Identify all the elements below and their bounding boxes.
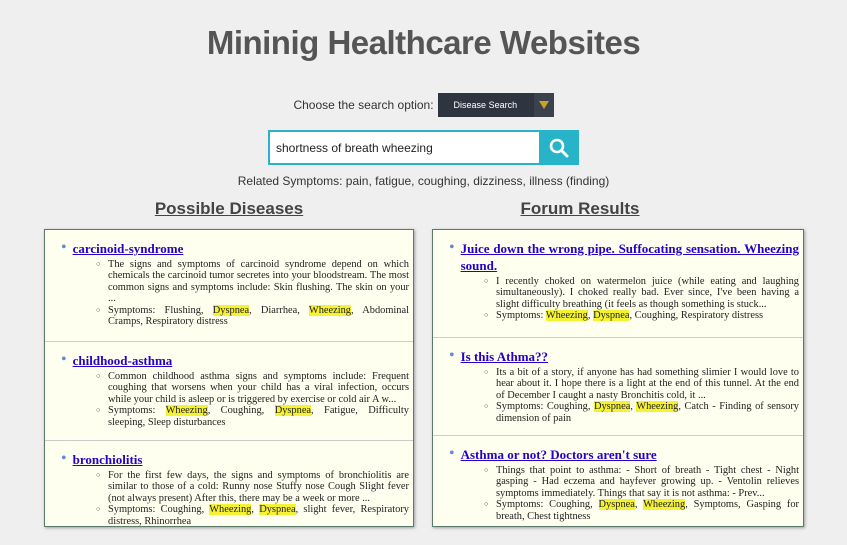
list-item: •bronchiolitis For the first few days, t…: [45, 441, 413, 527]
list-item: •Asthma or not? Doctors aren't sure Thin…: [433, 436, 803, 526]
list-item: •carcinoid-syndrome The signs and sympto…: [45, 230, 413, 342]
possible-diseases-panel: •carcinoid-syndrome The signs and sympto…: [44, 229, 414, 527]
forum-symptoms: Symptoms: Coughing, Dyspnea, Wheezing, C…: [484, 401, 799, 424]
disease-description: For the first few days, the signs and sy…: [96, 470, 409, 504]
forum-description: Things that point to asthma: - Short of …: [484, 465, 799, 499]
forum-link[interactable]: Juice down the wrong pipe. Suffocating s…: [461, 240, 799, 274]
forum-results-panel: • Juice down the wrong pipe. Suffocating …: [432, 229, 804, 527]
symptom-highlight: Wheezing: [165, 405, 208, 417]
list-item: •childhood-asthma Common childhood asthm…: [45, 342, 413, 441]
forum-results-heading: Forum Results: [520, 199, 640, 218]
forum-link[interactable]: Asthma or not? Doctors aren't sure: [461, 446, 657, 463]
symptom-highlight: Wheezing: [636, 401, 679, 413]
search-option-select[interactable]: Disease Search: [437, 93, 554, 117]
disease-link[interactable]: childhood-asthma: [73, 352, 173, 369]
possible-diseases-heading: Possible Diseases: [154, 199, 304, 218]
disease-symptoms: Symptoms: Wheezing, Coughing, Dyspnea, F…: [96, 405, 409, 428]
related-symptoms: Related Symptoms: pain, fatigue, coughin…: [237, 174, 610, 188]
search-option-value: Disease Search: [453, 100, 518, 110]
dropdown-arrow-icon[interactable]: [533, 93, 554, 117]
symptom-highlight: Wheezing: [545, 310, 588, 322]
list-item: •Is this Athma?? Its a bit of a story, i…: [433, 338, 803, 436]
disease-link[interactable]: bronchiolitis: [73, 451, 143, 468]
symptom-highlight: Wheezing: [308, 304, 352, 316]
symptom-highlight: Dyspnea: [593, 310, 630, 322]
disease-description: The signs and symptoms of carcinoid synd…: [96, 259, 409, 305]
disease-link[interactable]: carcinoid-syndrome: [73, 240, 184, 257]
symptom-highlight: Wheezing: [643, 499, 686, 511]
search-input[interactable]: [268, 130, 539, 165]
disease-symptoms: Symptoms: Flushing, Dyspnea, Diarrhea, W…: [96, 304, 409, 328]
disease-description: Common childhood asthma signs and sympto…: [96, 371, 409, 405]
symptom-highlight: Dyspnea: [593, 401, 631, 413]
search-option-row: Choose the search option: Disease Search: [0, 93, 847, 117]
page-title: Mininig Healthcare Websites: [206, 24, 641, 61]
search-button[interactable]: [539, 130, 579, 165]
symptom-highlight: Wheezing: [209, 504, 252, 516]
forum-link[interactable]: Is this Athma??: [461, 348, 548, 365]
forum-description: Its a bit of a story, if anyone has had …: [484, 367, 799, 401]
symptom-highlight: Dyspnea: [274, 405, 312, 417]
search-icon: [549, 138, 569, 157]
forum-symptoms: Symptoms: Coughing, Dyspnea, Wheezing, S…: [484, 499, 799, 522]
symptom-highlight: Dyspnea: [259, 504, 296, 516]
forum-description: I recently choked on watermelon juice (w…: [484, 276, 799, 310]
search-bar: [268, 130, 579, 165]
list-item: • Juice down the wrong pipe. Suffocating …: [433, 230, 803, 338]
symptom-highlight: Dyspnea: [598, 499, 635, 511]
disease-symptoms: Symptoms: Coughing, Wheezing, Dyspnea, s…: [96, 504, 409, 526]
symptom-highlight: Dyspnea: [212, 304, 250, 316]
search-option-label: Choose the search option:: [293, 98, 434, 112]
forum-symptoms: Symptoms: Wheezing, Dyspnea, Coughing, R…: [484, 310, 799, 322]
